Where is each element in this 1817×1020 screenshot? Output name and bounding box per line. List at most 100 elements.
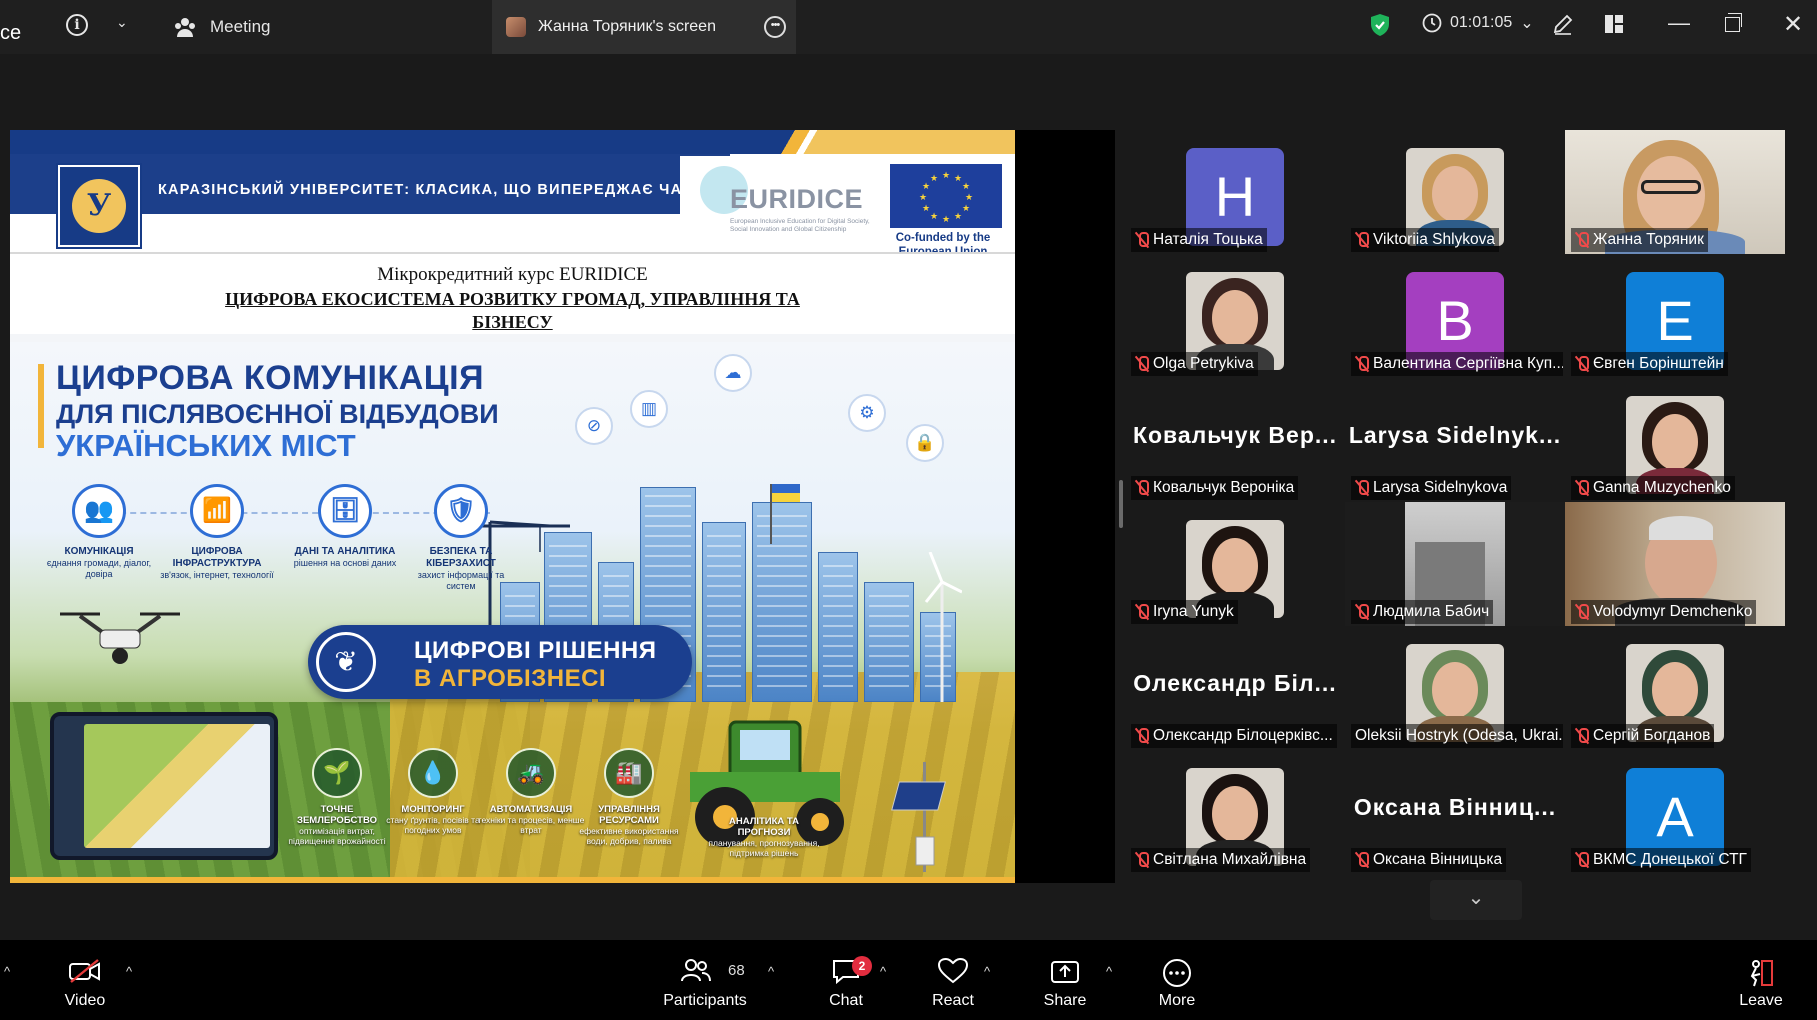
participant-tile[interactable]: Олександр Біл... Олександр Білоцерківс... (1125, 626, 1345, 750)
tab-shared-screen[interactable]: Жанна Торяник's screen ••• (492, 0, 796, 54)
close-button[interactable]: ✕ (1783, 10, 1803, 39)
wind-turbine-illustration (924, 552, 962, 702)
agro-item-title: ТОЧНЕ ЗЕМЛЕРОБСТВО (297, 804, 377, 826)
participant-tile[interactable]: Volodymyr Demchenko (1565, 502, 1785, 626)
chevron-down-icon[interactable]: ⌄ (116, 14, 128, 31)
participant-name-label: Ganna Muzychenko (1571, 476, 1735, 500)
euridice-title: EURIDICE (730, 184, 864, 214)
chevron-up-icon[interactable]: ^ (4, 964, 10, 979)
share-button[interactable]: Share (1040, 940, 1090, 1020)
svg-text:★: ★ (922, 181, 930, 191)
restore-button[interactable] (1725, 13, 1742, 32)
leave-button[interactable]: Leave (1736, 940, 1786, 1020)
participant-name-label: Євген Борінштейн (1571, 352, 1728, 376)
pillar-communication: 👥 КОМУНІКАЦІЯ єднання громади, діалог, д… (40, 484, 158, 580)
tablet-illustration (50, 712, 278, 860)
tractor-icon: 🚜 (506, 748, 556, 798)
participant-name: Ganna Muzychenko (1593, 479, 1731, 496)
mic-muted-icon (1575, 355, 1589, 373)
participant-tile[interactable]: Oleksii Hostryk (Odesa, Ukrai... (1345, 626, 1565, 750)
infographic-title: ЦИФРОВА КОМУНІКАЦІЯ (56, 359, 485, 397)
participants-count: 68 (728, 962, 745, 979)
university-logo: У (56, 163, 142, 249)
tablet-screen (84, 724, 270, 848)
meeting-icon (175, 18, 195, 37)
minimize-button[interactable]: — (1668, 10, 1690, 36)
agro-title: ЦИФРОВІ РІШЕННЯ (414, 637, 657, 664)
scroll-down-button[interactable]: ⌄ (1430, 880, 1522, 920)
participant-tile[interactable]: Жанна Торяник (1565, 130, 1785, 254)
svg-text:★: ★ (922, 203, 930, 213)
participant-name: Оксана Вінницька (1373, 851, 1503, 868)
participant-tile[interactable]: Larysa Sidelnyk... Larysa Sidelnykova (1345, 378, 1565, 502)
shared-screen-slide: У КАРАЗІНСЬКИЙ УНІВЕРСИТЕТ: КЛАСИКА, ЩО … (10, 130, 1015, 883)
euridice-subtitle: European Inclusive Education for Digital… (730, 218, 870, 233)
participant-display-name: Larysa Sidelnyk... (1348, 422, 1562, 448)
participant-tile[interactable]: Оксана Вінниц... Оксана Вінницька (1345, 750, 1565, 874)
more-button[interactable]: More (1152, 940, 1202, 1020)
participant-tile[interactable]: Ковальчук Вер... Ковальчук Вероніка (1125, 378, 1345, 502)
euridice-logo: EURIDICE European Inclusive Education fo… (680, 156, 870, 251)
eu-flag: ★ ★ ★ ★ ★ ★ ★ ★ ★ ★ ★ ★ (890, 164, 1002, 228)
video-button[interactable]: Video (52, 940, 118, 1020)
weather-station-illustration (891, 762, 946, 872)
participant-tile[interactable]: Сергій Богданов (1565, 626, 1785, 750)
participant-tile[interactable]: Iryna Yunyk (1125, 502, 1345, 626)
tab-screen-label: Жанна Торяник's screen (538, 18, 716, 35)
participant-tile[interactable]: Людмила Бабич (1345, 502, 1565, 626)
agro-item-automation: 🚜 АВТОМАТИЗАЦІЯ техніки та процесів, мен… (476, 748, 586, 835)
meeting-timer[interactable]: 01:01:05 ⌄ (1422, 13, 1534, 33)
mic-muted-icon (1575, 603, 1589, 621)
chevron-up-icon[interactable]: ^ (126, 964, 132, 979)
mic-muted-icon (1135, 727, 1149, 745)
drone-illustration (60, 612, 180, 664)
svg-text:★: ★ (919, 192, 927, 202)
participant-tile[interactable]: Olga Petrykiva (1125, 254, 1345, 378)
pillar-infrastructure: 📶 ЦИФРОВА ІНФРАСТРУКТУРА зв'язок, інтерн… (158, 484, 276, 581)
chevron-up-icon[interactable]: ^ (768, 964, 774, 979)
participant-name-label: Olga Petrykiva (1131, 352, 1258, 376)
agro-item-title: МОНІТОРИНГ (401, 804, 465, 815)
tab-meeting[interactable]: Meeting (160, 0, 480, 54)
mic-muted-icon (1135, 479, 1149, 497)
server-icon: 🗄 (318, 484, 372, 538)
chevron-up-icon[interactable]: ^ (984, 964, 990, 979)
participant-name: Iryna Yunyk (1153, 603, 1234, 620)
svg-text:★: ★ (962, 181, 970, 191)
course-subtitle: Мікрокредитний курс EURIDICE (377, 264, 648, 285)
encryption-shield-icon[interactable] (1370, 13, 1390, 42)
react-button[interactable]: React (928, 940, 978, 1020)
react-label: React (932, 992, 974, 1009)
participant-tile[interactable]: H Наталія Тоцька (1125, 130, 1345, 254)
participant-name: Наталія Тоцька (1153, 231, 1263, 248)
mic-muted-icon (1355, 603, 1369, 621)
title-accent-bar (38, 364, 44, 448)
participants-button[interactable]: Participants (660, 940, 750, 1020)
chevron-up-icon[interactable]: ^ (1106, 964, 1112, 979)
course-title: ЦИФРОВА ЕКОСИСТЕМА РОЗВИТКУ ГРОМАД, УПРА… (225, 289, 800, 332)
chat-button[interactable]: Chat (820, 940, 872, 1020)
splitter-handle[interactable] (1119, 480, 1123, 528)
info-icon[interactable]: i (66, 14, 88, 36)
participant-tile[interactable]: E Євген Борінштейн (1565, 254, 1785, 378)
participant-tile[interactable]: A ВКМС Донецької СТГ (1565, 750, 1785, 874)
participant-name: Олександр Білоцерківс... (1153, 727, 1333, 744)
sprout-icon: ❦ (316, 632, 376, 692)
slide-footer-strip (10, 877, 1015, 883)
participant-name: Жанна Торяник (1593, 231, 1704, 248)
participant-tile[interactable]: B Валентина Сергіївна Куп... (1345, 254, 1565, 378)
video-label: Video (64, 992, 106, 1009)
more-options-icon[interactable]: ••• (764, 16, 786, 38)
chart-icon: ▥ (630, 390, 668, 428)
chevron-up-icon[interactable]: ^ (880, 964, 886, 979)
view-layout-icon[interactable] (1604, 14, 1624, 39)
participant-tile[interactable]: Ganna Muzychenko (1565, 378, 1785, 502)
annotate-pencil-icon[interactable] (1552, 13, 1574, 41)
participant-tile[interactable]: Viktoriia Shlykova (1345, 130, 1565, 254)
mic-muted-icon (1355, 231, 1369, 249)
pillar-title: ДАНІ ТА АНАЛІТИКА (294, 546, 396, 557)
infographic-title-line2: ДЛЯ ПІСЛЯВОЄННОЇ ВІДБУДОВИ (56, 399, 499, 429)
participant-tile[interactable]: Світлана Михайлівна (1125, 750, 1345, 874)
svg-text:★: ★ (965, 192, 973, 202)
agro-item-resources: 🏭 УПРАВЛІННЯ РЕСУРСАМИ ефективне викорис… (574, 748, 684, 846)
